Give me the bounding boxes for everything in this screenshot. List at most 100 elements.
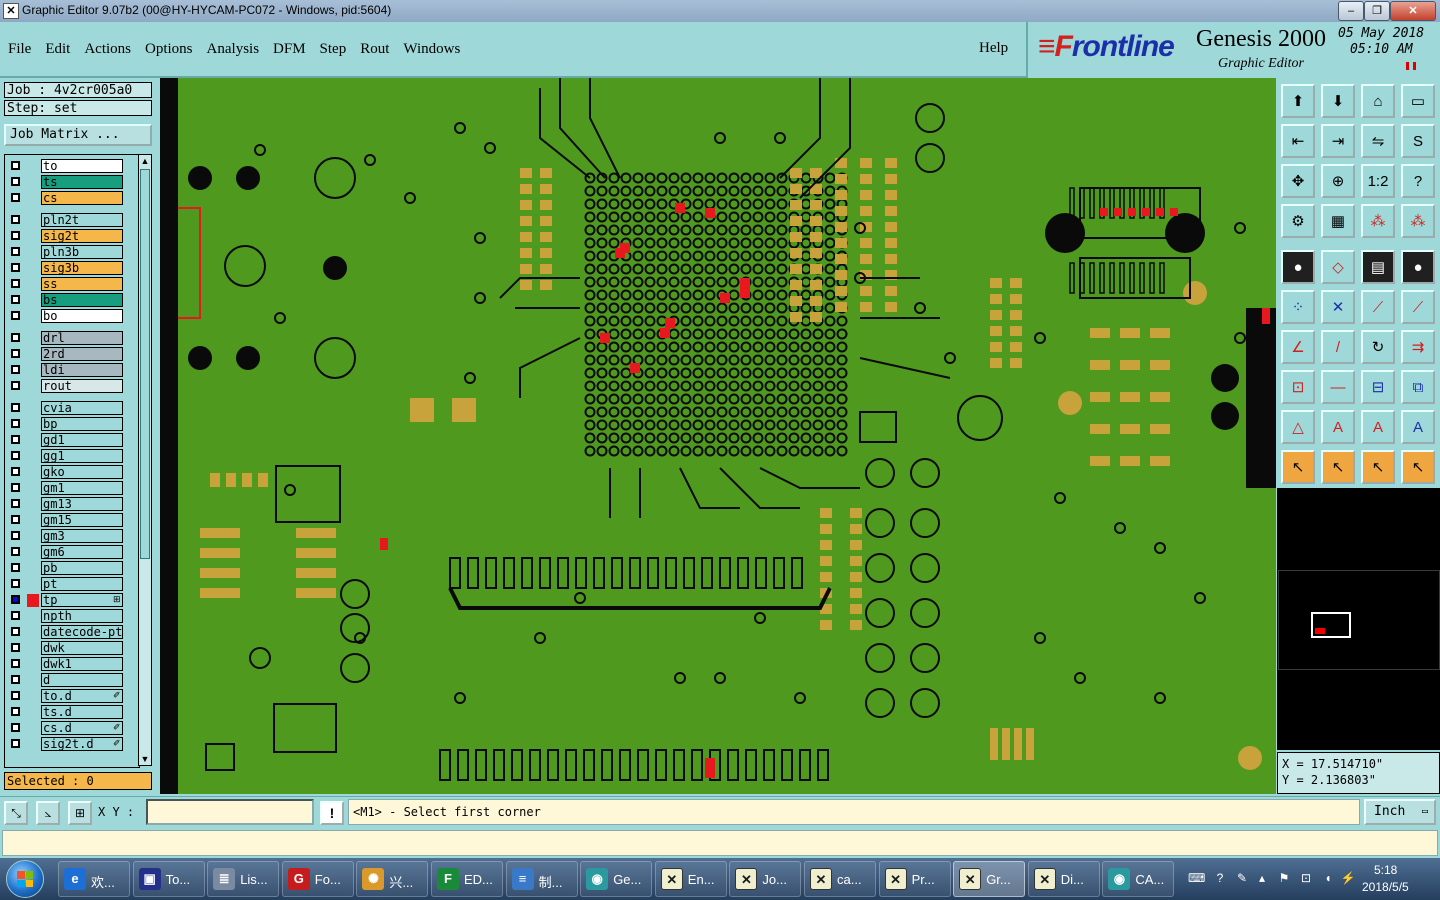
network-icon[interactable]: ⊡ bbox=[1298, 870, 1314, 886]
tool-pan-left-icon[interactable]: ⇤ bbox=[1281, 124, 1315, 158]
layer-name[interactable]: tp bbox=[41, 593, 123, 607]
layer-checkbox[interactable] bbox=[11, 349, 20, 358]
layer-name[interactable]: sig2t.d bbox=[41, 737, 123, 751]
layer-name[interactable]: pt bbox=[41, 577, 123, 591]
layer-checkbox[interactable] bbox=[11, 627, 20, 636]
layer-checkbox[interactable] bbox=[11, 435, 20, 444]
layer-name[interactable]: gm6 bbox=[41, 545, 123, 559]
task-ca[interactable]: ✕ ca... bbox=[804, 861, 876, 897]
layer-checkbox[interactable] bbox=[11, 295, 20, 304]
layer-checkbox[interactable] bbox=[11, 311, 20, 320]
tool-query-icon[interactable]: ? bbox=[1401, 164, 1435, 198]
menu-rout[interactable]: Rout bbox=[360, 41, 389, 58]
layer-row[interactable]: pln3b bbox=[5, 245, 139, 260]
layer-row[interactable]: gm6 bbox=[5, 545, 139, 560]
task-list[interactable]: ≣ Lis... bbox=[207, 861, 280, 897]
menu-windows[interactable]: Windows bbox=[403, 41, 460, 58]
layer-name[interactable]: ts.d bbox=[41, 705, 123, 719]
layer-row[interactable]: sig2t bbox=[5, 229, 139, 244]
layer-row[interactable]: d bbox=[5, 673, 139, 688]
layer-name[interactable]: d bbox=[41, 673, 123, 687]
task-ed[interactable]: F ED... bbox=[431, 861, 503, 897]
minimize-button[interactable]: – bbox=[1338, 1, 1364, 21]
tool-swap-icon[interactable]: ⇋ bbox=[1361, 124, 1395, 158]
layer-name[interactable]: drl bbox=[41, 331, 123, 345]
layer-row[interactable]: pt bbox=[5, 577, 139, 592]
layer-checkbox[interactable] bbox=[11, 403, 20, 412]
task-fo[interactable]: G Fo... bbox=[281, 861, 354, 897]
layer-checkbox[interactable] bbox=[11, 739, 20, 748]
layer-name[interactable]: ss bbox=[41, 277, 123, 291]
task-ie[interactable]: e 欢... bbox=[58, 861, 130, 897]
layer-row[interactable]: npth bbox=[5, 609, 139, 624]
layer-row[interactable]: dwk bbox=[5, 641, 139, 656]
tool-pad-icon[interactable]: ● bbox=[1281, 250, 1315, 284]
xy-input[interactable] bbox=[146, 799, 314, 825]
layer-row[interactable]: gm13 bbox=[5, 497, 139, 512]
tool-cross-icon[interactable]: ✕ bbox=[1321, 290, 1355, 324]
layer-name[interactable]: ts bbox=[41, 175, 123, 189]
layer-checkbox[interactable] bbox=[11, 177, 20, 186]
layer-checkbox[interactable] bbox=[11, 707, 20, 716]
layer-row[interactable]: gko bbox=[5, 465, 139, 480]
tool-line-alt-icon[interactable]: ⟋ bbox=[1401, 290, 1435, 324]
layer-row[interactable]: pln2t bbox=[5, 213, 139, 228]
layer-name[interactable]: sig3b bbox=[41, 261, 123, 275]
layer-checkbox[interactable] bbox=[11, 675, 20, 684]
snap-angle-icon[interactable]: ⦣ bbox=[36, 801, 60, 825]
scroll-down-icon[interactable]: ▼ bbox=[139, 753, 151, 765]
layer-row[interactable]: tp ⊞ bbox=[5, 593, 139, 608]
tool-text-alt-icon[interactable]: A bbox=[1361, 410, 1395, 444]
layer-name[interactable]: gm15 bbox=[41, 513, 123, 527]
tool-window-icon[interactable]: ▭ bbox=[1401, 84, 1435, 118]
job-matrix-button[interactable]: Job Matrix ... bbox=[4, 124, 152, 146]
task-di[interactable]: ✕ Di... bbox=[1027, 861, 1100, 897]
layer-name[interactable]: rout bbox=[41, 379, 123, 393]
layer-checkbox[interactable] bbox=[11, 643, 20, 652]
layer-name[interactable]: datecode-pto bbox=[41, 625, 123, 639]
unit-select[interactable]: Inch ▭ bbox=[1364, 799, 1436, 825]
tool-slash-icon[interactable]: / bbox=[1321, 330, 1355, 364]
layer-row[interactable]: bp bbox=[5, 417, 139, 432]
menu-actions[interactable]: Actions bbox=[84, 41, 131, 58]
tool-triangle-icon[interactable]: △ bbox=[1281, 410, 1315, 444]
keyboard-icon[interactable]: ⌨ bbox=[1188, 870, 1205, 886]
layer-row[interactable]: ts bbox=[5, 175, 139, 190]
tool-offset-icon[interactable]: ⇉ bbox=[1401, 330, 1435, 364]
scroll-up-icon[interactable]: ▲ bbox=[139, 155, 151, 167]
layer-checkbox[interactable] bbox=[11, 419, 20, 428]
layer-checkbox[interactable] bbox=[11, 215, 20, 224]
tool-nodes-icon[interactable]: ⁘ bbox=[1281, 290, 1315, 324]
pcb-canvas[interactable] bbox=[160, 78, 1276, 794]
tool-select-icon[interactable]: ↖ bbox=[1281, 450, 1315, 484]
layer-name[interactable]: gm13 bbox=[41, 497, 123, 511]
layer-name[interactable]: dwk1 bbox=[41, 657, 123, 671]
menu-dfm[interactable]: DFM bbox=[273, 41, 306, 58]
layer-name[interactable]: sig2t bbox=[41, 229, 123, 243]
maximize-button[interactable]: ❐ bbox=[1364, 1, 1390, 21]
layer-name[interactable]: to bbox=[41, 159, 123, 173]
pcb-drawing[interactable] bbox=[160, 78, 1276, 794]
layer-row[interactable]: sig3b bbox=[5, 261, 139, 276]
layer-name[interactable]: pln2t bbox=[41, 213, 123, 227]
layer-name[interactable]: bo bbox=[41, 309, 123, 323]
layer-row[interactable]: cs bbox=[5, 191, 139, 206]
tool-grid-icon[interactable]: ▦ bbox=[1321, 204, 1355, 238]
layer-checkbox[interactable] bbox=[11, 279, 20, 288]
tool-shape-icon[interactable]: ◇ bbox=[1321, 250, 1355, 284]
tool-zoom-home-icon[interactable]: ⬆ bbox=[1281, 84, 1315, 118]
tool-ruler-icon[interactable]: ▤ bbox=[1361, 250, 1395, 284]
layer-name[interactable]: pb bbox=[41, 561, 123, 575]
layer-row[interactable]: sig2t.d ✐ bbox=[5, 737, 139, 752]
scroll-thumb[interactable] bbox=[140, 169, 150, 559]
layer-name[interactable]: to.d bbox=[41, 689, 123, 703]
help-icon[interactable]: ? bbox=[1212, 870, 1228, 886]
layer-checkbox[interactable] bbox=[11, 531, 20, 540]
layer-name[interactable]: gko bbox=[41, 465, 123, 479]
menu-step[interactable]: Step bbox=[320, 41, 347, 58]
clock-time[interactable]: 5:18 bbox=[1374, 863, 1397, 877]
layer-checkbox[interactable] bbox=[11, 611, 20, 620]
speaker-icon[interactable]: ◖ bbox=[1320, 870, 1336, 886]
tool-measure-icon[interactable]: ⊟ bbox=[1361, 370, 1395, 404]
layer-row[interactable]: dwk1 bbox=[5, 657, 139, 672]
